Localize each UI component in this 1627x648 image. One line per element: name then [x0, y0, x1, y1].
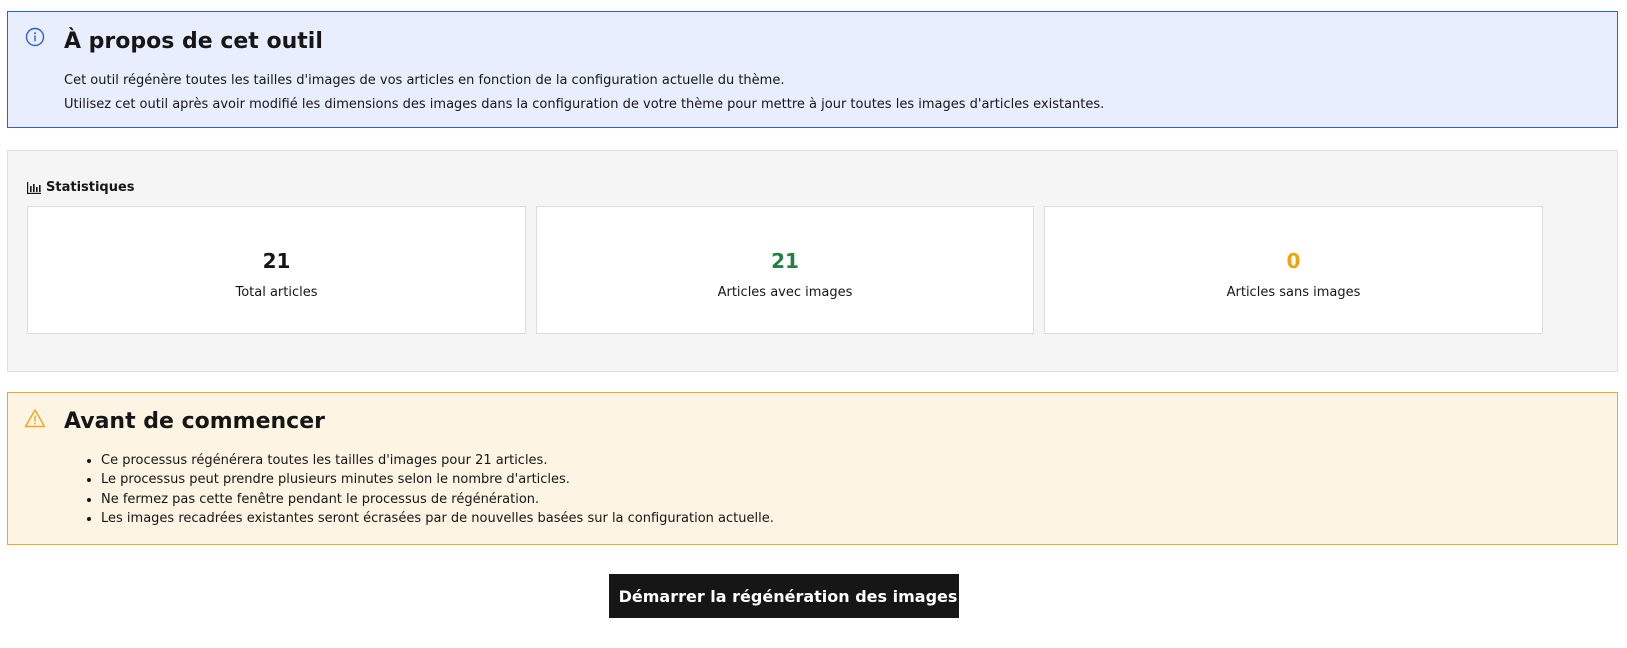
start-regeneration-button[interactable]: Démarrer la régénération des images	[609, 574, 959, 618]
about-tool-notice: À propos de cet outil Cet outil régénère…	[7, 11, 1618, 128]
stat-card-total-articles: 21 Total articles	[27, 206, 526, 334]
statistics-heading-label: Statistiques	[46, 180, 135, 195]
statistics-panel: Statistiques 21 Total articles 21 Articl…	[7, 150, 1618, 372]
stat-card-with-images: 21 Articles avec images	[536, 206, 1034, 334]
before-start-warning: Avant de commencer Ce processus régénére…	[7, 392, 1618, 545]
start-regeneration-label: Démarrer la régénération des images	[618, 586, 958, 606]
list-item: Ne fermez pas cette fenêtre pendant le p…	[101, 490, 774, 509]
warning-icon	[24, 409, 46, 428]
stat-label-with-images: Articles avec images	[717, 285, 853, 300]
list-item: Le processus peut prendre plusieurs minu…	[101, 470, 774, 489]
about-tool-usage-hint: Utilisez cet outil après avoir modifié l…	[64, 97, 1105, 112]
stat-card-without-images: 0 Articles sans images	[1044, 206, 1543, 334]
warning-title: Avant de commencer	[64, 409, 325, 434]
stat-label-total: Total articles	[235, 285, 318, 300]
about-tool-description: Cet outil régénère toutes les tailles d'…	[64, 73, 785, 88]
regenerate-images-page: À propos de cet outil Cet outil régénère…	[0, 0, 1627, 648]
stat-value-without-images: 0	[1286, 249, 1301, 273]
warning-list: Ce processus régénérera toutes les taill…	[83, 451, 774, 528]
list-item: Ce processus régénérera toutes les taill…	[101, 451, 774, 470]
bar-chart-icon	[27, 181, 41, 194]
statistics-heading: Statistiques	[27, 180, 135, 195]
info-icon	[25, 27, 45, 47]
list-item: Les images recadrées existantes seront é…	[101, 509, 774, 528]
stat-value-with-images: 21	[771, 249, 799, 273]
stat-label-without-images: Articles sans images	[1226, 285, 1361, 300]
stat-value-total: 21	[262, 249, 291, 273]
about-tool-title: À propos de cet outil	[64, 29, 323, 54]
